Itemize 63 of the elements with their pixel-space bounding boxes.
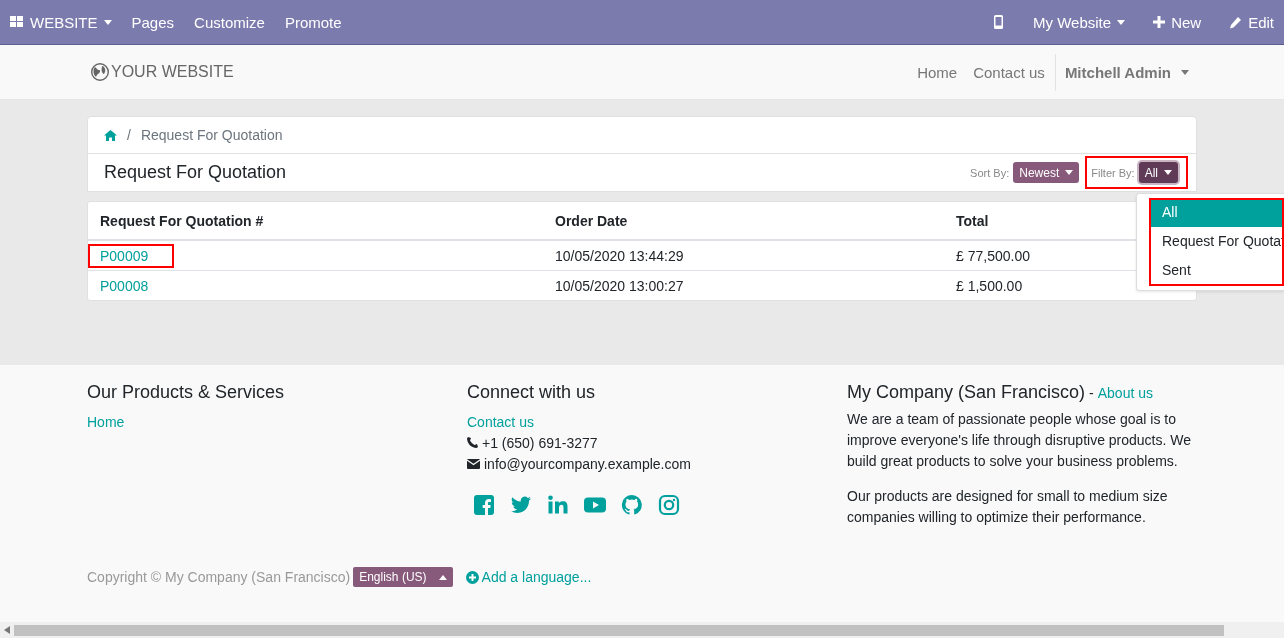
order-date: 10/05/2020 13:44:29 (555, 246, 684, 266)
footer-heading: Connect with us (467, 382, 597, 403)
company-description: Our products are designed for small to medium size companies willing to optimize their performance. (847, 487, 1169, 527)
facebook-icon[interactable] (473, 494, 495, 516)
apps-menu[interactable]: WEBSITE (8, 13, 122, 31)
email-address: info@yourcompany.example.com (484, 455, 691, 472)
sort-dropdown[interactable]: Newest (1013, 162, 1080, 183)
mobile-phone-icon (994, 15, 1004, 29)
quotation-link[interactable]: P00009 (88, 243, 175, 268)
filter-dropdown[interactable]: All (1138, 162, 1178, 183)
footer-heading: Our Products & Services (87, 382, 286, 403)
cat-octocat-icon[interactable] (621, 494, 643, 516)
envelope-icon (467, 458, 480, 469)
home-icon[interactable] (104, 129, 117, 141)
scrollbar-thumb[interactable] (14, 624, 1224, 636)
page-title: Request For Quotation (104, 162, 288, 183)
title-dash: - (1089, 385, 1094, 401)
caret-icon (1065, 170, 1074, 175)
phone-number: +1 (650) 691-3277 (482, 434, 598, 451)
user-menu[interactable]: Mitchell Admin (1054, 53, 1197, 91)
footer-link[interactable]: About us (1097, 385, 1153, 401)
breadcrumb-current: Request For Quotation (140, 127, 283, 143)
caret-icon (1117, 19, 1126, 25)
bird-icon[interactable] (510, 494, 532, 516)
website-switcher[interactable]: My Website (1019, 13, 1140, 31)
new-button[interactable]: New (1139, 13, 1216, 31)
add-language-link[interactable]: Add a language... (465, 569, 592, 585)
edit-button[interactable]: Edit (1215, 13, 1276, 31)
total-amount: £ 77,500.00 (956, 246, 1030, 266)
linkedin-icon[interactable] (547, 494, 569, 516)
filter-option[interactable]: Sent (1149, 256, 1284, 285)
pencil-icon (1229, 15, 1243, 29)
camera-icon[interactable] (658, 494, 680, 516)
footer-link[interactable]: Home (87, 413, 125, 430)
footer-link[interactable]: Contact us (467, 413, 534, 430)
column-header: Request For Quotation # (88, 202, 543, 240)
menu-item[interactable]: Pages (121, 13, 185, 31)
site-logo[interactable]: YOUR WEBSITE (87, 59, 238, 85)
language-selector[interactable]: English (US) (353, 567, 453, 587)
total-amount: £ 1,500.00 (956, 276, 1023, 296)
footer-heading: My Company (San Francisco) (847, 382, 1086, 403)
column-header: Order Date (543, 202, 944, 240)
filter-label: Filter By: (1091, 166, 1135, 179)
copyright-text: Copyright © My Company (San Francisco) (87, 569, 351, 585)
grid-icon (10, 16, 24, 28)
company-description: We are a team of passionate people whose goal is to improve everyone's life through disruptive products. We build great products to solve your business problems. (847, 410, 1193, 471)
sort-label: Sort By: (970, 166, 1010, 179)
filter-option[interactable]: All (1149, 198, 1284, 227)
scroll-left-icon[interactable] (4, 626, 10, 634)
menu-item[interactable]: Customize (184, 13, 275, 31)
caret-icon (103, 19, 112, 25)
breadcrumb-separator: / (127, 127, 131, 143)
caret-icon (438, 574, 447, 580)
phone-icon (467, 437, 478, 448)
caret-icon (1164, 170, 1172, 175)
nav-link[interactable]: Home (909, 63, 966, 81)
nav-link[interactable]: Contact us (965, 63, 1053, 81)
order-date: 10/05/2020 13:00:27 (555, 276, 684, 296)
quotation-link[interactable]: P00008 (88, 273, 175, 298)
caret-icon (1181, 69, 1189, 75)
plus-icon (1153, 16, 1166, 28)
menu-item[interactable]: Promote (274, 13, 352, 31)
plus-circle-icon (465, 570, 479, 584)
